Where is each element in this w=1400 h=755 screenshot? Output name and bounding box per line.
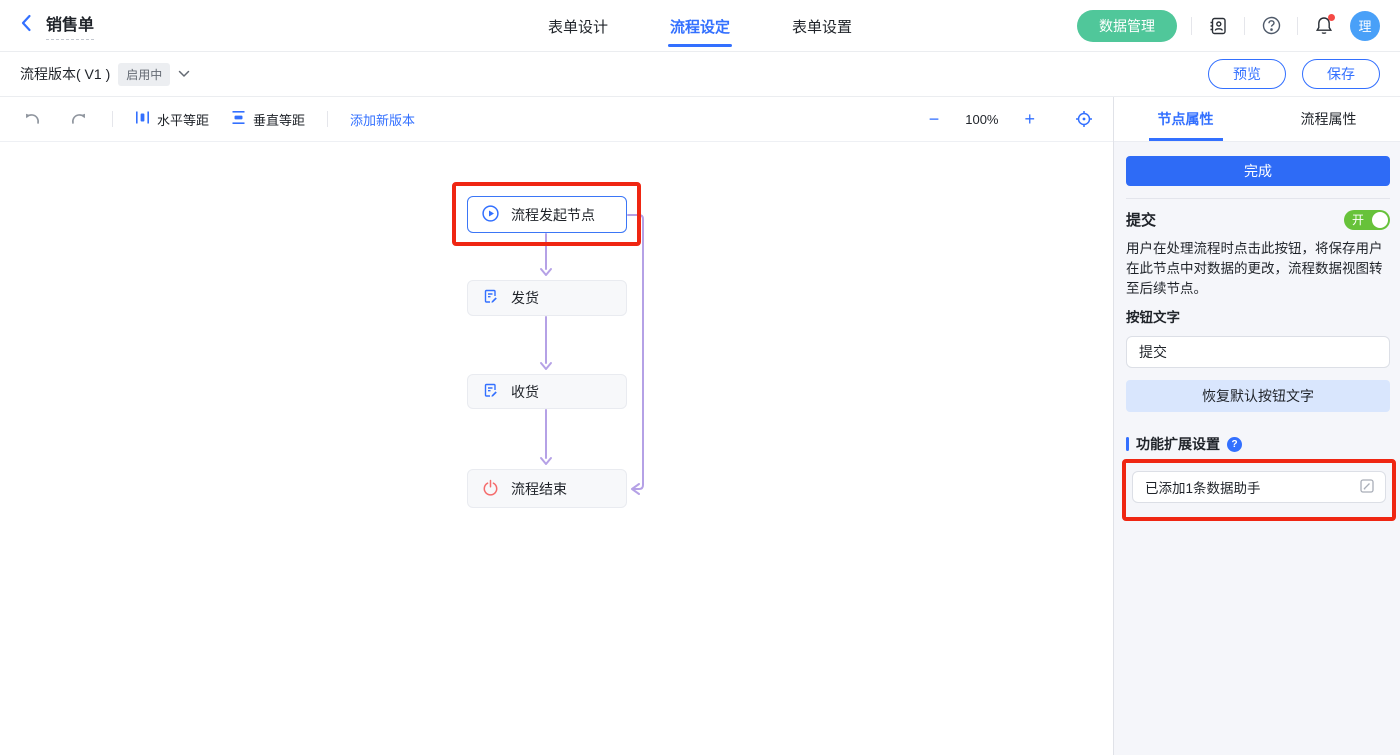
- status-badge: 启用中: [118, 63, 170, 86]
- tab-form-design[interactable]: 表单设计: [548, 16, 608, 37]
- section-marker: [1126, 437, 1129, 451]
- divider: [1297, 17, 1298, 35]
- divider: [1191, 17, 1192, 35]
- help-question-icon[interactable]: ?: [1227, 437, 1242, 452]
- tab-flow-setting[interactable]: 流程设定: [670, 16, 730, 37]
- divider: [112, 111, 113, 127]
- properties-panel: 节点属性 流程属性 完成 提交 开 用户在处理流程时点击此按钮，将保存用户在此节…: [1113, 97, 1400, 755]
- restore-default-button[interactable]: 恢复默认按钮文字: [1126, 380, 1390, 412]
- zoom-in-button[interactable]: +: [1024, 110, 1035, 128]
- add-version-link[interactable]: 添加新版本: [350, 110, 415, 129]
- flow-node-receive[interactable]: 收货: [467, 374, 627, 409]
- tab-node-properties[interactable]: 节点属性: [1114, 97, 1257, 141]
- main-tabs: 表单设计 流程设定 表单设置: [548, 0, 852, 52]
- address-book-icon[interactable]: [1206, 14, 1230, 38]
- chevron-left-icon: [20, 14, 32, 37]
- flow-node-ship[interactable]: 发货: [467, 280, 627, 316]
- divider: [1244, 17, 1245, 35]
- notification-badge: [1328, 14, 1335, 21]
- submit-toggle[interactable]: 开: [1344, 210, 1390, 230]
- edit-pencil-icon[interactable]: [1359, 478, 1375, 497]
- node-label: 流程发起节点: [511, 205, 595, 225]
- zoom-out-button[interactable]: −: [929, 110, 940, 128]
- button-text-input[interactable]: [1126, 336, 1390, 368]
- avatar[interactable]: 理: [1350, 11, 1380, 41]
- button-text-label: 按钮文字: [1126, 306, 1390, 326]
- back-button[interactable]: [20, 14, 32, 37]
- top-bar: 销售单 表单设计 流程设定 表单设置 数据管理: [0, 0, 1400, 52]
- node-label: 流程结束: [511, 479, 567, 499]
- redo-icon[interactable]: [66, 107, 90, 131]
- divider: [1126, 198, 1390, 199]
- canvas-toolbar: 水平等距 垂直等距 添加新版本 − 100% +: [0, 97, 1113, 142]
- annotation-assistant: 已添加1条数据助手: [1122, 459, 1396, 521]
- document-edit-icon: [482, 288, 499, 308]
- undo-icon[interactable]: [20, 107, 44, 131]
- save-button[interactable]: 保存: [1302, 59, 1380, 89]
- node-label: 发货: [511, 288, 539, 308]
- locate-target-icon[interactable]: [1075, 110, 1093, 128]
- play-circle-icon: [482, 205, 499, 225]
- horizontal-distribute-button[interactable]: 水平等距: [135, 110, 209, 129]
- chevron-down-icon[interactable]: [178, 65, 190, 83]
- tab-flow-properties[interactable]: 流程属性: [1257, 97, 1400, 141]
- flow-edges: [0, 142, 1113, 755]
- help-icon[interactable]: [1259, 14, 1283, 38]
- zoom-level: 100%: [965, 112, 998, 127]
- toggle-knob: [1372, 212, 1388, 228]
- horizontal-distribute-label: 水平等距: [157, 110, 209, 129]
- vertical-distribute-label: 垂直等距: [253, 110, 305, 129]
- flow-node-start[interactable]: 流程发起节点: [467, 196, 627, 233]
- submit-section-title: 提交: [1126, 209, 1156, 230]
- data-assistant-item[interactable]: 已添加1条数据助手: [1132, 471, 1386, 503]
- vertical-distribute-icon: [231, 110, 246, 128]
- divider: [327, 111, 328, 127]
- node-label: 收货: [511, 382, 539, 402]
- toggle-on-label: 开: [1352, 211, 1364, 228]
- version-selector[interactable]: 流程版本( V1 ) 启用中: [20, 63, 190, 86]
- version-bar: 流程版本( V1 ) 启用中 预览 保存: [0, 52, 1400, 97]
- extension-section-title: 功能扩展设置: [1136, 434, 1220, 454]
- data-manage-button[interactable]: 数据管理: [1077, 10, 1177, 42]
- submit-description: 用户在处理流程时点击此按钮，将保存用户在此节点中对数据的更改，流程数据视图转至后…: [1126, 239, 1390, 299]
- power-icon: [482, 479, 499, 499]
- tab-form-settings[interactable]: 表单设置: [792, 16, 852, 37]
- page-title[interactable]: 销售单: [46, 11, 94, 40]
- document-edit-icon: [482, 382, 499, 402]
- notification-bell-icon[interactable]: [1312, 14, 1336, 38]
- preview-button[interactable]: 预览: [1208, 59, 1286, 89]
- flow-node-end[interactable]: 流程结束: [467, 469, 627, 508]
- horizontal-distribute-icon: [135, 110, 150, 128]
- vertical-distribute-button[interactable]: 垂直等距: [231, 110, 305, 129]
- flow-canvas[interactable]: 流程发起节点 发货: [0, 142, 1113, 755]
- version-label: 流程版本( V1 ): [20, 64, 110, 84]
- assistant-text: 已添加1条数据助手: [1145, 477, 1261, 497]
- complete-button[interactable]: 完成: [1126, 156, 1390, 186]
